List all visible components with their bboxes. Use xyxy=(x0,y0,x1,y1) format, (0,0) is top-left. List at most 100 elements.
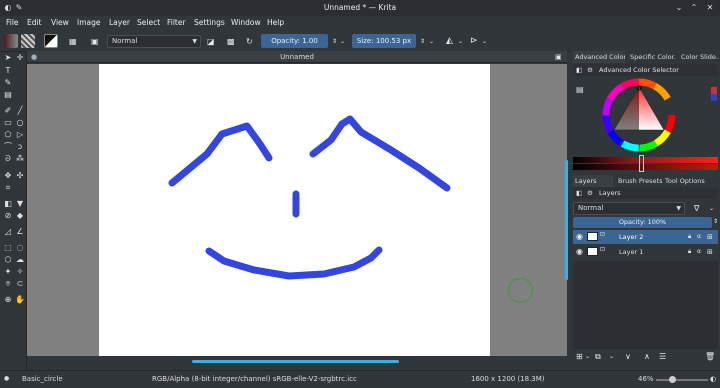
calligraphy-icon[interactable]: ▤ xyxy=(3,90,13,100)
alpha-lock-icon[interactable]: α xyxy=(697,232,701,242)
alpha-lock-icon[interactable]: α xyxy=(697,247,701,257)
rotate-icon[interactable]: ◐ xyxy=(710,375,716,383)
freehand-select-icon[interactable]: ☁ xyxy=(15,255,25,265)
value-slider[interactable] xyxy=(573,157,718,163)
bezier-icon[interactable]: ⌒ xyxy=(3,142,13,152)
layers-float-icon[interactable]: ◧ xyxy=(576,189,582,197)
close-icon[interactable]: ✕ xyxy=(705,3,715,13)
polygon-icon[interactable]: ⬠ xyxy=(3,130,13,140)
mirror-horizontal-icon[interactable]: ◭ xyxy=(446,36,453,46)
preserve-alpha-icon[interactable]: ▩ xyxy=(227,37,235,47)
settings-icon[interactable]: ⚙ xyxy=(587,66,593,74)
layer-opacity-slider[interactable]: Opacity: 100% xyxy=(573,217,712,228)
layer-row-layer-2[interactable]: ◉ ⊡ Layer 2 🔒︎ α ⊞ xyxy=(573,230,718,244)
assistant-icon[interactable]: ◿ xyxy=(3,227,13,237)
magnetic-select-icon[interactable]: ⊂ xyxy=(15,279,25,289)
filter-chevron-icon[interactable]: ⌄ xyxy=(709,204,714,214)
layer-row-layer-1[interactable]: ◉ ⊡ Layer 1 🔒︎ α ⊞ xyxy=(573,245,718,259)
layer-name[interactable]: Layer 2 xyxy=(619,233,643,241)
saturation-slider[interactable] xyxy=(573,164,718,170)
move-layer-up-icon[interactable]: ∧ xyxy=(644,352,650,362)
opacity-stepper-icon[interactable]: ⇕ xyxy=(332,37,337,47)
menu-layer[interactable]: Layer xyxy=(109,18,130,27)
freehand-path-icon[interactable]: ↄ xyxy=(15,142,25,152)
ellipse-icon[interactable]: ○ xyxy=(15,118,25,128)
measure-icon[interactable]: ∠ xyxy=(15,227,25,237)
gradient-icon[interactable]: ◧ xyxy=(3,199,13,209)
layer-properties-chevron-icon[interactable]: ⌄ xyxy=(609,352,614,362)
polyline-icon[interactable]: ▷ xyxy=(15,130,25,140)
layer-blend-mode[interactable]: Normal ▼ xyxy=(573,202,685,215)
tab-close-icon[interactable]: ▣ xyxy=(555,52,562,62)
zoom-slider-handle[interactable] xyxy=(669,376,676,383)
freehand-brush-icon[interactable]: ✐ xyxy=(3,106,13,116)
menu-help[interactable]: Help xyxy=(267,18,284,27)
zoom-icon[interactable]: ⊕ xyxy=(3,295,13,305)
menu-settings[interactable]: Settings xyxy=(194,18,225,27)
add-layer-icon[interactable]: ⊞ xyxy=(576,352,583,362)
rect-select-icon[interactable]: ⬚ xyxy=(3,243,13,253)
opacity-chevron-icon[interactable]: ⌄ xyxy=(340,37,345,47)
color-wheel[interactable] xyxy=(601,77,677,153)
menu-view[interactable]: View xyxy=(51,18,69,27)
menu-window[interactable]: Window xyxy=(231,18,261,27)
reload-icon[interactable]: ↻ xyxy=(246,37,253,47)
menu-image[interactable]: Image xyxy=(77,18,101,27)
drawing-canvas[interactable] xyxy=(99,64,490,356)
color-picker-icon[interactable]: ⊘ xyxy=(3,211,13,221)
add-layer-chevron-icon[interactable]: ⌄ xyxy=(585,352,590,362)
slider-handle[interactable] xyxy=(639,155,644,172)
ellipse-select-icon[interactable]: ◌ xyxy=(15,243,25,253)
opacity-slider[interactable]: Opacity: 1.00 xyxy=(261,34,328,48)
crop-icon[interactable]: ⌗ xyxy=(3,183,13,193)
color-swatch[interactable] xyxy=(44,34,58,48)
inherit-alpha-icon[interactable]: ⊞ xyxy=(707,232,713,242)
multibrush-icon[interactable]: ⁂ xyxy=(15,154,25,164)
move-layer-icon[interactable]: ✣ xyxy=(15,171,25,181)
tab-brush-presets[interactable]: Brush Presets xyxy=(616,175,662,187)
move-tool-icon[interactable]: ✛ xyxy=(15,53,25,63)
tab-advanced-color[interactable]: Advanced Color... xyxy=(573,51,625,63)
brush-settings-icon[interactable]: ▣ xyxy=(91,37,99,47)
layer-opacity-stepper-icon[interactable]: ⇕ xyxy=(713,217,718,227)
wrap-chevron-icon[interactable]: ⌄ xyxy=(482,37,487,47)
size-chevron-icon[interactable]: ⌄ xyxy=(429,37,434,47)
pattern-swatch[interactable] xyxy=(21,34,35,48)
lock-icon[interactable]: 🔒︎ xyxy=(688,247,691,257)
color-selector-settings-icon[interactable]: ▤ xyxy=(576,85,584,95)
tab-color-sliders[interactable]: Color Slide... xyxy=(679,51,719,63)
menu-select[interactable]: Select xyxy=(137,18,160,27)
blend-mode-select[interactable]: Normal ▼ xyxy=(107,35,201,48)
duplicate-layer-icon[interactable]: ⧉ xyxy=(595,352,601,362)
layers-settings-icon[interactable]: ⚙ xyxy=(587,189,593,197)
maximize-icon[interactable]: ⌃ xyxy=(689,3,699,13)
horizontal-scrollbar[interactable] xyxy=(192,360,399,363)
visibility-eye-icon[interactable]: ◉ xyxy=(576,247,583,257)
gradient-swatch[interactable] xyxy=(4,34,18,48)
pan-icon[interactable]: ✋ xyxy=(15,295,25,305)
vertical-scrollbar[interactable] xyxy=(565,160,568,280)
delete-layer-icon[interactable]: 🗑︎ xyxy=(705,352,715,362)
float-icon[interactable]: ◧ xyxy=(576,66,582,74)
colorize-mask-icon[interactable]: ◆ xyxy=(15,211,25,221)
minimize-icon[interactable]: ⌄ xyxy=(674,3,684,13)
tab-tool-options[interactable]: Tool Options xyxy=(663,175,705,187)
brush-preset-icon[interactable]: ▦ xyxy=(69,37,77,47)
lock-icon[interactable]: 🔒︎ xyxy=(688,232,691,242)
menu-edit[interactable]: Edit xyxy=(27,18,42,27)
rectangle-icon[interactable]: ▭ xyxy=(3,118,13,128)
layer-properties-icon[interactable]: ☰ xyxy=(659,352,666,362)
document-tab-title[interactable]: Unnamed xyxy=(27,53,567,61)
bezier-select-icon[interactable]: ⍟ xyxy=(3,279,13,289)
magic-wand-icon[interactable]: ✦ xyxy=(3,267,13,277)
fill-icon[interactable]: ▼ xyxy=(15,199,25,209)
move-layer-down-icon[interactable]: ∨ xyxy=(625,352,631,362)
line-icon[interactable]: ╱ xyxy=(15,106,25,116)
size-stepper-icon[interactable]: ⇕ xyxy=(420,37,425,47)
dynamic-brush-icon[interactable]: ᘐ xyxy=(3,154,13,164)
zoom-slider[interactable] xyxy=(656,379,708,381)
layer-name[interactable]: Layer 1 xyxy=(619,248,643,256)
similar-select-icon[interactable]: ✧ xyxy=(15,267,25,277)
tab-layers[interactable]: Layers xyxy=(573,175,613,187)
zoom-level[interactable]: 46% xyxy=(638,375,654,383)
